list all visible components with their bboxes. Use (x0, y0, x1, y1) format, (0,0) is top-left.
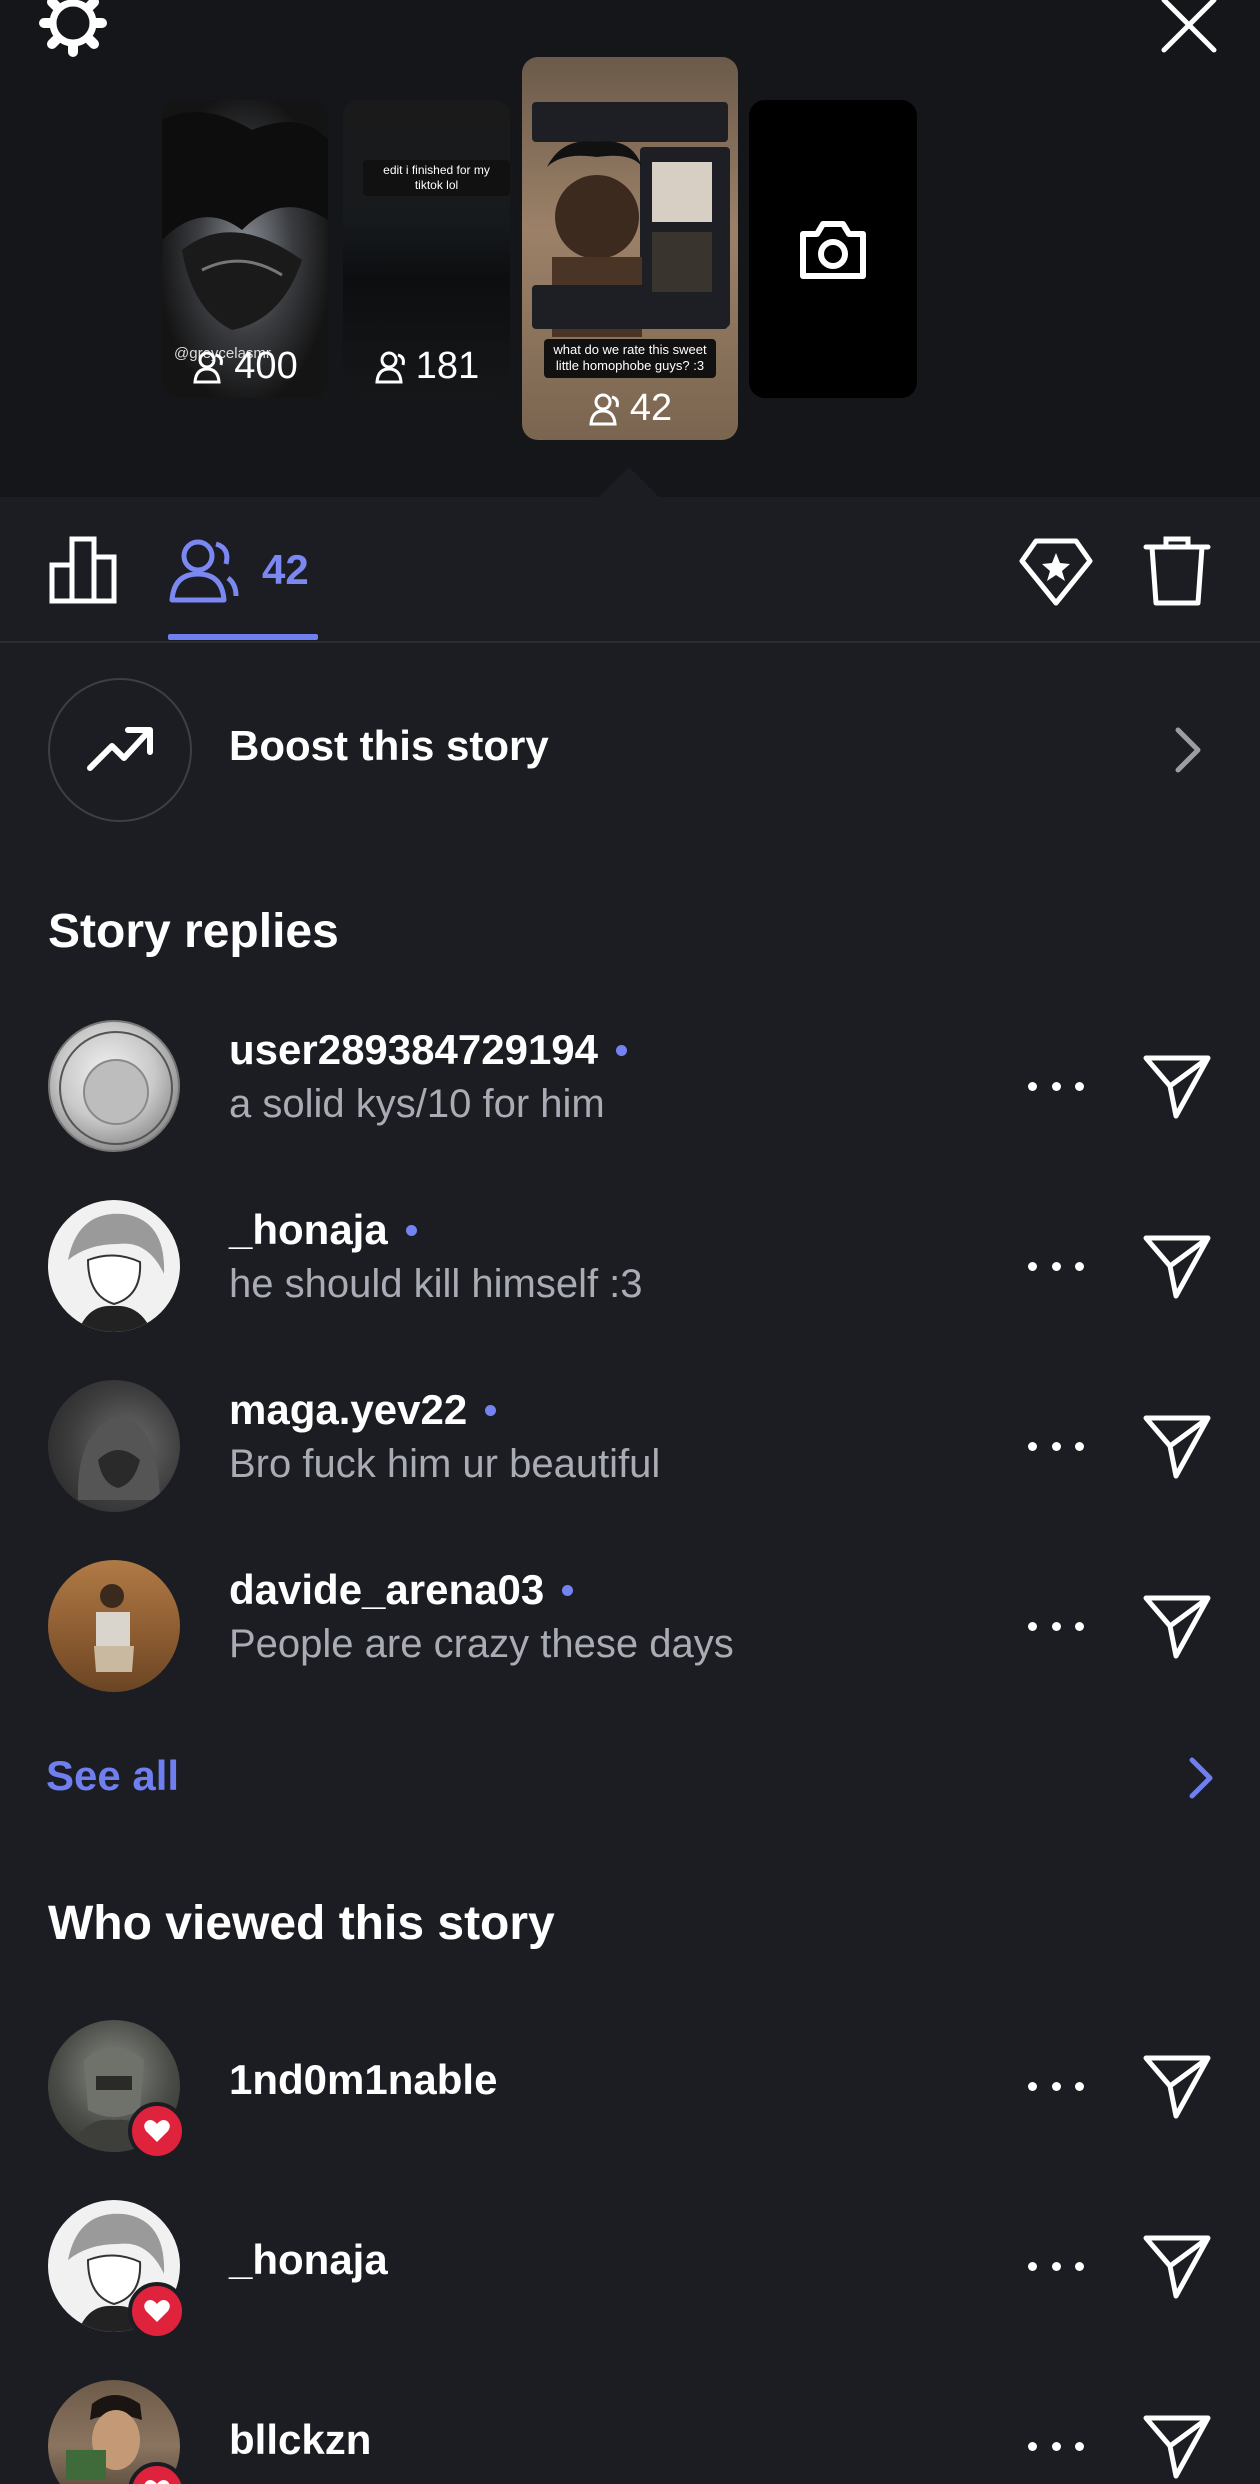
coin-image (59, 1031, 173, 1145)
viewers-icon (169, 539, 239, 603)
liked-heart-badge (128, 2102, 186, 2160)
more-options-button[interactable] (1028, 1600, 1084, 1652)
unread-dot (485, 1404, 497, 1416)
reply-text: he should kill himself :3 (229, 1262, 643, 1306)
send-icon[interactable] (1142, 2050, 1212, 2120)
send-icon[interactable] (1142, 2410, 1212, 2480)
viewer-username[interactable]: 1nd0m1nable (229, 2056, 497, 2104)
avatar[interactable] (48, 1020, 180, 1152)
unread-dot (616, 1044, 628, 1056)
send-icon[interactable] (1142, 1050, 1212, 1120)
story-views: 181 (343, 345, 510, 388)
see-all-link[interactable]: See all (46, 1752, 179, 1800)
reply-row[interactable]: davide_arena03 People are crazy these da… (0, 1540, 1260, 1710)
heart-icon (144, 2300, 170, 2322)
selected-pointer (597, 467, 661, 499)
story-views-count: 400 (234, 345, 298, 387)
camera-icon (800, 221, 866, 279)
more-options-button[interactable] (1028, 1240, 1084, 1292)
person-photo-image (94, 1584, 134, 1672)
send-icon[interactable] (1142, 2230, 1212, 2300)
who-viewed-title: Who viewed this story (48, 1897, 555, 1950)
unread-dot (405, 1224, 417, 1236)
gear-icon[interactable] (38, 0, 108, 58)
boost-label: Boost this story (229, 722, 549, 769)
avatar[interactable] (48, 1200, 180, 1332)
viewers-icon (375, 351, 405, 383)
viewer-row[interactable]: bllckzn (0, 2360, 1260, 2484)
story-views-count: 42 (629, 387, 673, 429)
more-options-button[interactable] (1028, 2420, 1084, 2472)
bar-chart-icon[interactable] (48, 533, 120, 605)
more-options-button[interactable] (1028, 2240, 1084, 2292)
story-replies-title: Story replies (48, 905, 339, 958)
heart-icon (144, 2120, 170, 2142)
story-views: 42 (522, 387, 738, 430)
story-caption: edit i finished for my tiktok lol (363, 160, 510, 196)
boost-story-row[interactable]: Boost this story (0, 672, 1260, 828)
send-icon[interactable] (1142, 1230, 1212, 1300)
send-icon[interactable] (1142, 1410, 1212, 1480)
story-views: 400 (162, 345, 328, 388)
reply-row[interactable]: maga.yev22 Bro fuck him ur beautiful (0, 1360, 1260, 1530)
send-icon[interactable] (1142, 1590, 1212, 1660)
unread-dot (562, 1584, 574, 1596)
viewer-username[interactable]: _honaja (229, 2236, 388, 2284)
more-options-button[interactable] (1028, 2060, 1084, 2112)
story-caption: what do we rate this sweet little homoph… (544, 339, 716, 378)
reply-row[interactable]: user289384729194 a solid kys/10 for him (0, 1000, 1260, 1170)
chevron-right-icon (1175, 727, 1201, 773)
story-thumbnail-1[interactable]: @greycelasmr 400 (162, 100, 328, 398)
story-strip: @greycelasmr 400 edit i finished for my … (0, 0, 1260, 499)
tab-viewers[interactable]: 42 (168, 533, 309, 607)
viewer-row[interactable]: _honaja (0, 2180, 1260, 2350)
reply-text: People are crazy these days (229, 1622, 734, 1666)
avatar[interactable] (48, 1380, 180, 1512)
viewers-icon (193, 351, 224, 383)
anime-avatar-image (68, 1213, 165, 1332)
reply-row[interactable]: _honaja he should kill himself :3 (0, 1180, 1260, 1350)
viewer-username[interactable]: bllckzn (229, 2416, 371, 2464)
chevron-right-icon[interactable] (1186, 1754, 1216, 1802)
reply-text: Bro fuck him ur beautiful (229, 1442, 661, 1486)
viewer-row[interactable]: 1nd0m1nable (0, 2000, 1260, 2170)
viewers-count: 42 (262, 546, 309, 593)
more-options-button[interactable] (1028, 1420, 1084, 1472)
reply-username[interactable]: davide_arena03 (229, 1566, 544, 1614)
reply-username[interactable]: _honaja (229, 1206, 388, 1254)
reply-text: a solid kys/10 for him (229, 1082, 605, 1126)
boost-circle (48, 678, 192, 822)
tab-bar: 42 (0, 497, 1260, 643)
add-story-button[interactable] (749, 100, 917, 398)
heart-icon (144, 2480, 170, 2484)
avatar[interactable] (48, 1560, 180, 1692)
liked-heart-badge (128, 2282, 186, 2340)
reply-username[interactable]: maga.yev22 (229, 1386, 467, 1434)
highlight-icon[interactable] (1018, 533, 1094, 609)
more-options-button[interactable] (1028, 1060, 1084, 1112)
story-image (532, 102, 730, 337)
story-thumbnail-3-selected[interactable]: what do we rate this sweet little homoph… (522, 57, 738, 440)
trending-up-icon (87, 727, 153, 771)
trash-icon[interactable] (1142, 533, 1212, 609)
reply-username[interactable]: user289384729194 (229, 1026, 598, 1074)
hooded-figure-image (77, 1416, 160, 1500)
close-icon[interactable] (1158, 0, 1220, 56)
story-views-count: 181 (415, 345, 480, 387)
active-tab-indicator (168, 634, 318, 640)
story-thumbnail-2[interactable]: edit i finished for my tiktok lol 181 (343, 100, 510, 398)
viewers-icon (589, 393, 619, 425)
